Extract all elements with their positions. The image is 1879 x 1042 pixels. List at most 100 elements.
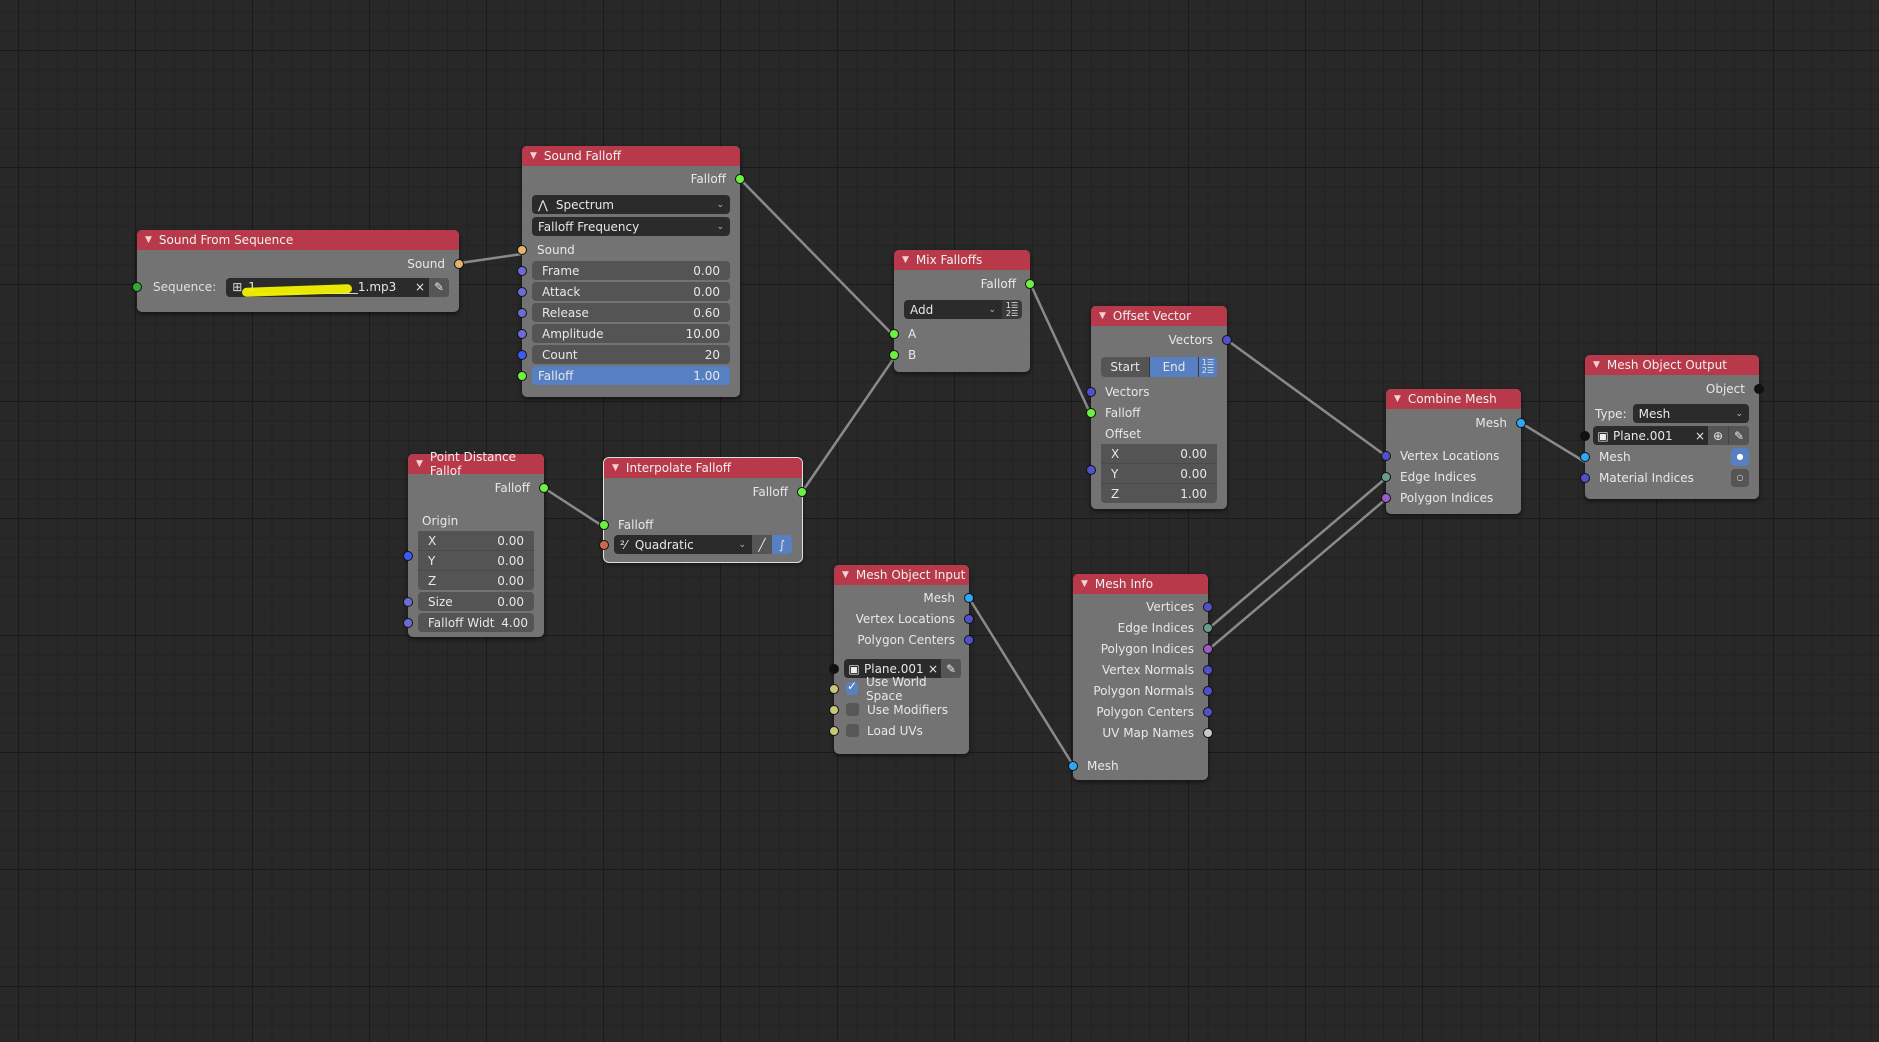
collapse-triangle-icon[interactable]: ▼ (1593, 360, 1600, 370)
collapse-triangle-icon[interactable]: ▼ (1394, 394, 1401, 404)
amplitude-socket[interactable] (517, 328, 527, 339)
falloff-socket[interactable] (1025, 278, 1035, 289)
offset-z-field[interactable]: Z 1.00 (1101, 484, 1217, 503)
interpolation-socket[interactable] (599, 539, 609, 550)
material-indices-socket[interactable] (1580, 472, 1590, 483)
count-socket[interactable] (517, 349, 527, 360)
size-socket[interactable] (403, 596, 413, 607)
vectors-input-socket[interactable] (1086, 386, 1096, 397)
node-header[interactable]: ▼ Combine Mesh (1386, 389, 1521, 409)
use-world-space-socket[interactable] (829, 683, 839, 694)
material-toggle-button[interactable]: ○ (1731, 468, 1749, 487)
polygon-normals-socket[interactable] (1203, 685, 1213, 696)
use-modifiers-row[interactable]: Use Modifiers (829, 699, 969, 720)
collapse-triangle-icon[interactable]: ▼ (902, 255, 909, 265)
sound-socket[interactable] (517, 244, 527, 255)
collapse-triangle-icon[interactable]: ▼ (530, 151, 537, 161)
origin-x-field[interactable]: X 0.00 (418, 531, 534, 551)
sequence-socket[interactable] (132, 282, 142, 292)
start-button[interactable]: Start (1101, 357, 1149, 377)
vertex-locations-socket[interactable] (964, 613, 974, 624)
offset-y-field[interactable]: Y 0.00 (1101, 464, 1217, 484)
node-combine-mesh[interactable]: ▼ Combine Mesh Mesh Vertex Locations Edge… (1381, 389, 1526, 514)
count-field[interactable]: Count 20 (532, 345, 730, 364)
node-header[interactable]: ▼ Sound From Sequence (137, 230, 459, 250)
attack-field[interactable]: Attack 0.00 (532, 282, 730, 301)
falloff-type-dropdown[interactable]: Falloff Frequency ⌄ (532, 217, 730, 236)
use-modifiers-socket[interactable] (829, 704, 839, 715)
clear-icon[interactable]: × (925, 662, 941, 676)
mesh-socket[interactable] (964, 592, 974, 603)
collapse-triangle-icon[interactable]: ▼ (1081, 579, 1088, 589)
falloff-socket[interactable] (797, 486, 807, 497)
falloff-socket[interactable] (735, 173, 745, 184)
use-modifiers-checkbox[interactable] (846, 703, 859, 716)
node-mesh-info[interactable]: ▼ Mesh Info Vertices Edge Indices Polygon… (1068, 574, 1213, 780)
vertex-locations-socket[interactable] (1381, 450, 1391, 461)
collapse-triangle-icon[interactable]: ▼ (842, 570, 849, 580)
sound-socket[interactable] (454, 258, 464, 269)
falloff-socket[interactable] (539, 482, 549, 493)
mesh-toggle-button[interactable]: ● (1731, 447, 1749, 466)
node-header[interactable]: ▼ Offset Vector (1091, 306, 1227, 326)
frame-field[interactable]: Frame 0.00 (532, 261, 730, 280)
clear-icon[interactable]: × (1692, 429, 1708, 443)
falloff-input-socket[interactable] (1086, 407, 1096, 418)
list-mode-icon[interactable]: 1☰ 2☰ (1198, 357, 1217, 377)
eyedropper-icon[interactable]: ✎ (429, 277, 449, 297)
node-sound-from-sequence[interactable]: ▼Sound From Sequence Sound Sequence: ⊞ 1… (132, 230, 464, 312)
node-point-distance-falloff[interactable]: ▼ Point Distance Fallof Falloff Origin X 0… (403, 450, 549, 637)
collapse-triangle-icon[interactable]: ▼ (612, 463, 619, 473)
mesh-input-socket[interactable] (1068, 760, 1078, 771)
mode-dropdown[interactable]: ⋀ Spectrum ⌄ (532, 195, 730, 214)
edge-indices-socket[interactable] (1381, 471, 1391, 482)
polygon-centers-socket[interactable] (964, 634, 974, 645)
falloff-width-field[interactable]: Falloff Widt 4.00 (418, 613, 534, 632)
offset-socket[interactable] (1086, 465, 1096, 475)
clear-icon[interactable]: × (411, 280, 429, 294)
add-icon[interactable]: ⊕ (1708, 426, 1728, 445)
mix-mode-dropdown[interactable]: Add ⌄ (904, 300, 1002, 319)
node-header[interactable]: ▼ Point Distance Fallof (408, 450, 544, 478)
a-socket[interactable] (889, 328, 899, 339)
object-input-socket[interactable] (829, 663, 839, 674)
node-interpolate-falloff[interactable]: ▼ Interpolate Falloff Falloff Falloff ²⁄ Q… (599, 458, 807, 562)
ease-in-icon[interactable]: ╱ (752, 535, 772, 554)
uv-map-names-socket[interactable] (1203, 727, 1213, 738)
object-socket[interactable] (1754, 383, 1764, 394)
polygon-centers-socket[interactable] (1203, 706, 1213, 717)
release-field[interactable]: Release 0.60 (532, 303, 730, 322)
mesh-socket[interactable] (1516, 417, 1526, 428)
vertices-socket[interactable] (1203, 601, 1213, 612)
frame-socket[interactable] (517, 265, 527, 276)
falloff-input-socket[interactable] (599, 519, 609, 530)
load-uvs-checkbox[interactable] (846, 724, 859, 737)
b-socket[interactable] (889, 349, 899, 360)
ease-in-out-icon[interactable]: ∫ (772, 535, 792, 554)
node-header[interactable]: ▼ Mesh Object Output (1585, 355, 1759, 375)
release-socket[interactable] (517, 307, 527, 318)
offset-x-field[interactable]: X 0.00 (1101, 444, 1217, 464)
origin-socket[interactable] (403, 551, 413, 561)
edge-indices-socket[interactable] (1203, 622, 1213, 633)
attack-socket[interactable] (517, 286, 527, 297)
collapse-triangle-icon[interactable]: ▼ (1099, 311, 1106, 321)
node-mix-falloffs[interactable]: ▼ Mix Falloffs Falloff Add ⌄ 1☰ 2☰ A B (889, 250, 1035, 372)
object-input-socket[interactable] (1580, 430, 1590, 441)
node-header[interactable]: ▼ Mix Falloffs (894, 250, 1030, 270)
type-dropdown[interactable]: Mesh ⌄ (1632, 404, 1749, 423)
vertex-normals-socket[interactable] (1203, 664, 1213, 675)
polygon-indices-socket[interactable] (1381, 492, 1391, 503)
size-field[interactable]: Size 0.00 (418, 592, 534, 611)
amplitude-field[interactable]: Amplitude 10.00 (532, 324, 730, 343)
node-sound-falloff[interactable]: ▼ Sound Falloff Falloff ⋀ Spectrum ⌄ Fallof… (517, 146, 745, 397)
use-world-space-checkbox[interactable] (846, 679, 858, 695)
mesh-input-socket[interactable] (1580, 451, 1590, 462)
vectors-socket[interactable] (1222, 334, 1232, 345)
node-header[interactable]: ▼ Interpolate Falloff (604, 458, 802, 478)
polygon-indices-socket[interactable] (1203, 643, 1213, 654)
use-world-space-row[interactable]: Use World Space (829, 675, 969, 703)
node-mesh-object-input[interactable]: ▼ Mesh Object Input Mesh Vertex Locations… (829, 565, 974, 754)
origin-y-field[interactable]: Y 0.00 (418, 551, 534, 571)
end-button[interactable]: End (1149, 357, 1198, 377)
